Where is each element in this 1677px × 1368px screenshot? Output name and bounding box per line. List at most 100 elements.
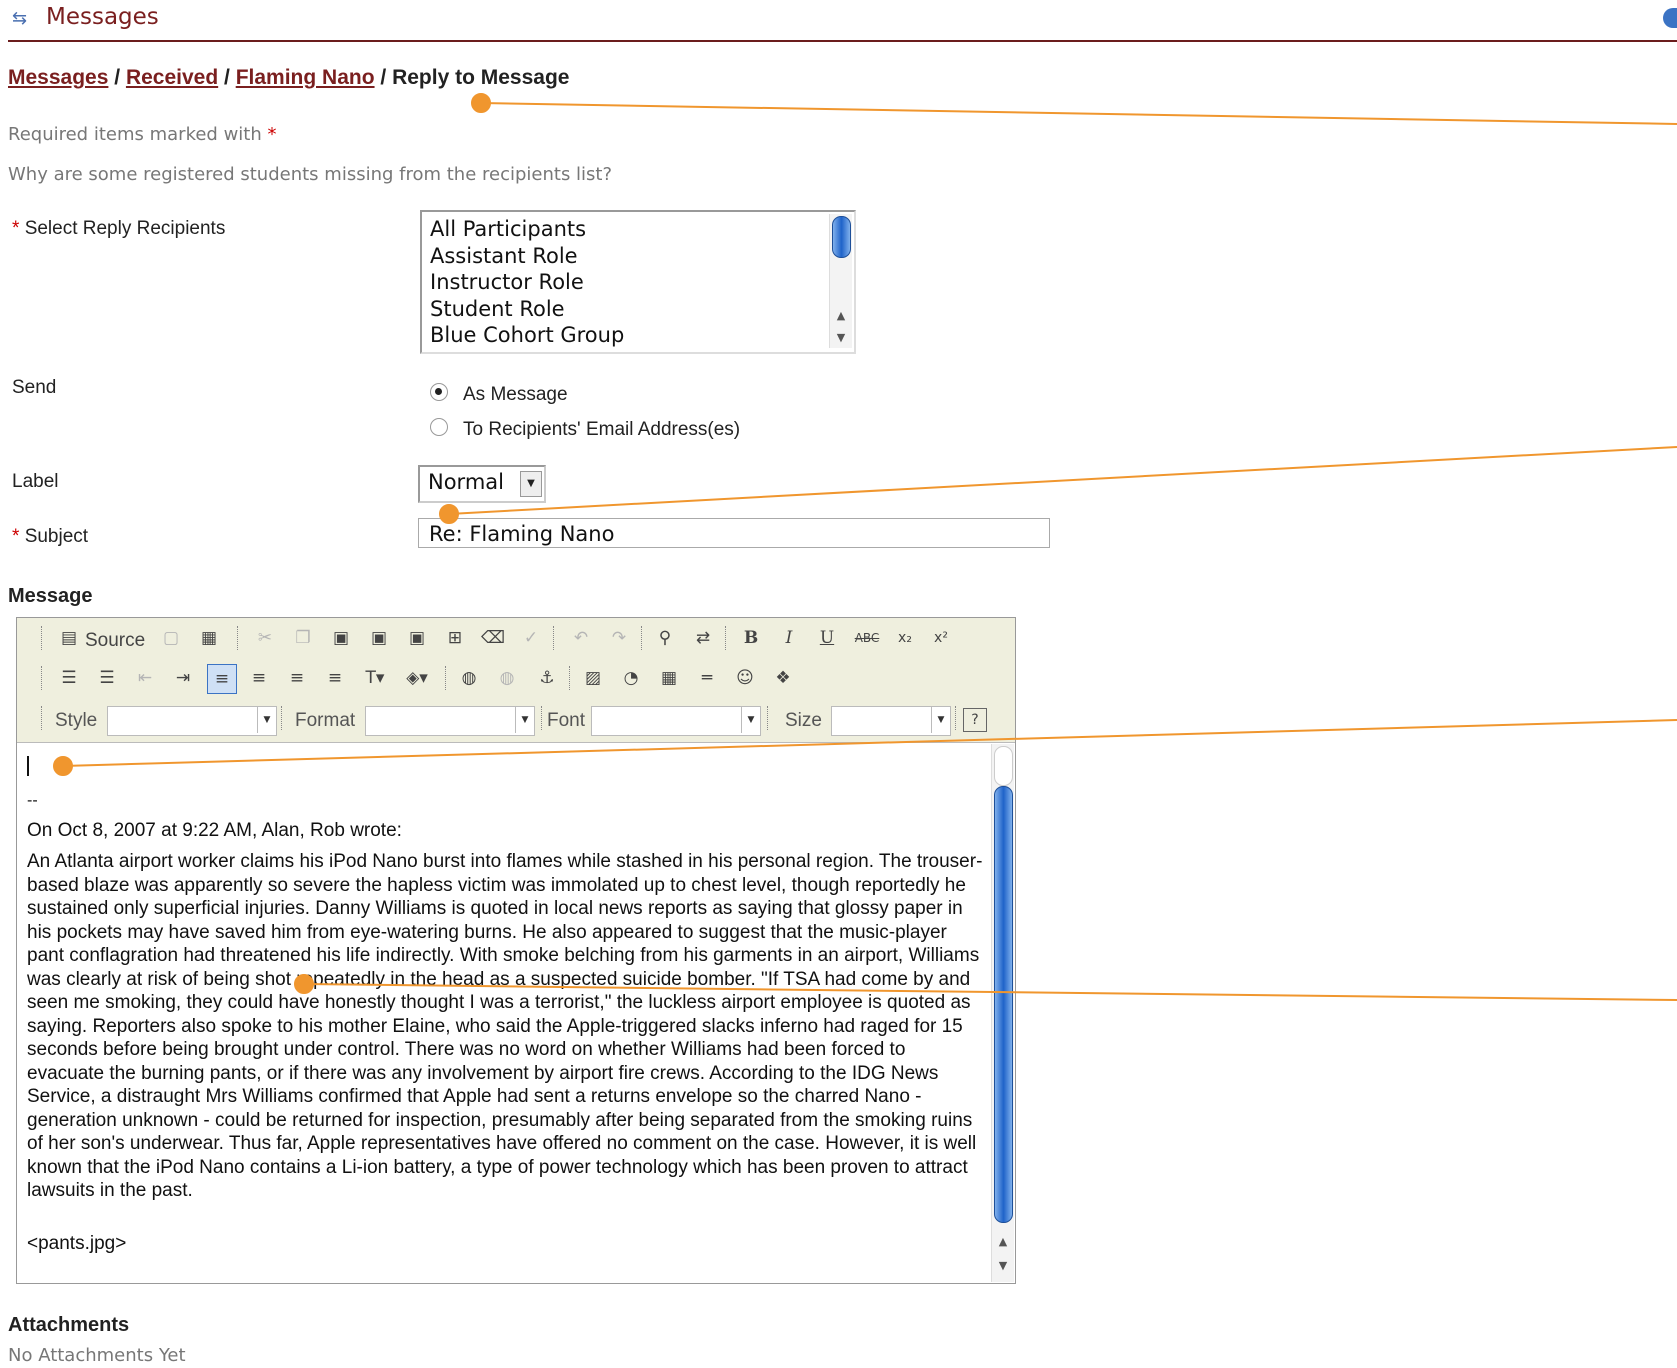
- toolbar-separator: [41, 666, 44, 690]
- strikethrough-icon[interactable]: ABC: [853, 624, 881, 652]
- paste-word-icon[interactable]: ▣: [403, 624, 431, 652]
- required-note-text: Required items marked with: [8, 124, 262, 145]
- chevron-down-icon[interactable]: ▼: [515, 707, 534, 733]
- page-title: Messages: [46, 4, 159, 30]
- paste-icon[interactable]: ▣: [327, 624, 355, 652]
- breadcrumb-received[interactable]: Received: [126, 66, 218, 89]
- outdent-icon[interactable]: ⇤: [131, 664, 159, 692]
- copy-icon[interactable]: ❐: [289, 624, 317, 652]
- scroll-thumb[interactable]: [994, 786, 1013, 1223]
- redo-icon[interactable]: ↷: [605, 624, 633, 652]
- required-star: *: [12, 218, 20, 239]
- label-select[interactable]: Normal ▼: [418, 465, 546, 503]
- breadcrumb-messages[interactable]: Messages: [8, 66, 108, 89]
- horizontal-rule-icon[interactable]: ═: [693, 664, 721, 692]
- replace-icon[interactable]: ⇄: [689, 624, 717, 652]
- align-left-icon[interactable]: ≡: [207, 664, 237, 694]
- text-color-icon[interactable]: T▾: [361, 664, 389, 692]
- anchor-icon[interactable]: ⚓: [533, 664, 561, 692]
- superscript-icon[interactable]: x²: [927, 624, 955, 652]
- special-char-icon[interactable]: ❖: [769, 664, 797, 692]
- breadcrumb-separator: /: [114, 66, 121, 89]
- editor-toolbar: ▤ Source ▢ ▦ ✂ ❐ ▣ ▣ ▣ ⊞ ⌫ ✓ ↶ ↷ ⚲ ⇄ B I…: [17, 618, 1015, 743]
- callout-dot: [471, 93, 491, 113]
- label-select-value: Normal: [428, 470, 504, 494]
- cut-icon[interactable]: ✂: [251, 624, 279, 652]
- rich-text-editor[interactable]: ▤ Source ▢ ▦ ✂ ❐ ▣ ▣ ▣ ⊞ ⌫ ✓ ↶ ↷ ⚲ ⇄ B I…: [16, 617, 1016, 1284]
- attachment-reference: <pants.jpg>: [27, 1233, 127, 1254]
- send-email-label[interactable]: To Recipients' Email Address(es): [463, 419, 740, 441]
- scroll-down-icon[interactable]: ▼: [833, 330, 849, 346]
- size-label: Size: [785, 710, 822, 731]
- scroll-up-icon[interactable]: ▲: [833, 308, 849, 324]
- breadcrumb-current: Reply to Message: [392, 66, 570, 89]
- message-heading: Message: [8, 585, 93, 607]
- breadcrumb-flaming-nano[interactable]: Flaming Nano: [236, 66, 375, 89]
- recipient-option[interactable]: Instructor Role: [430, 269, 624, 296]
- find-icon[interactable]: ⚲: [651, 624, 679, 652]
- send-email-radio[interactable]: [430, 418, 448, 436]
- recipient-option[interactable]: Blue Cohort Group: [430, 322, 624, 349]
- format-combo[interactable]: ▼: [365, 706, 535, 736]
- quoted-message: An Atlanta airport worker claims his iPo…: [27, 851, 983, 1201]
- style-combo[interactable]: ▼: [107, 706, 277, 736]
- align-right-icon[interactable]: ≡: [283, 664, 311, 692]
- font-combo[interactable]: ▼: [591, 706, 761, 736]
- recipient-option[interactable]: Student Role: [430, 296, 624, 323]
- help-icon[interactable]: [1663, 8, 1677, 28]
- select-all-icon[interactable]: ⊞: [441, 624, 469, 652]
- bulleted-list-icon[interactable]: ☰: [93, 664, 121, 692]
- underline-icon[interactable]: U: [813, 624, 841, 652]
- new-page-icon[interactable]: ▢: [157, 624, 185, 652]
- remove-format-icon[interactable]: ⌫: [479, 624, 507, 652]
- image-icon[interactable]: ▨: [579, 664, 607, 692]
- recipients-label-text: Select Reply Recipients: [24, 218, 226, 239]
- scroll-up-icon[interactable]: ▲: [995, 1234, 1011, 1250]
- required-star: *: [12, 526, 20, 547]
- link-icon[interactable]: ◍: [455, 664, 483, 692]
- spellcheck-icon[interactable]: ✓: [517, 624, 545, 652]
- send-as-message-radio[interactable]: [430, 383, 448, 401]
- messages-icon: ⇆: [12, 8, 28, 29]
- scroll-down-icon[interactable]: ▼: [995, 1258, 1011, 1274]
- italic-icon[interactable]: I: [775, 624, 803, 652]
- chevron-down-icon[interactable]: ▼: [741, 707, 760, 733]
- subject-input[interactable]: Re: Flaming Nano: [418, 518, 1050, 548]
- align-center-icon[interactable]: ≡: [245, 664, 273, 692]
- smiley-icon[interactable]: ☺: [731, 664, 759, 692]
- callout-line: [448, 446, 1677, 515]
- scroll-track: [994, 746, 1013, 786]
- recipient-option[interactable]: Assistant Role: [430, 243, 624, 270]
- paste-text-icon[interactable]: ▣: [365, 624, 393, 652]
- chevron-down-icon[interactable]: ▼: [257, 707, 276, 733]
- recipient-option[interactable]: All Participants: [430, 216, 624, 243]
- help-icon[interactable]: ?: [963, 708, 987, 732]
- subscript-icon[interactable]: x₂: [891, 624, 919, 652]
- chevron-down-icon[interactable]: ▼: [931, 707, 950, 733]
- recipients-scrollbar[interactable]: ▲ ▼: [829, 214, 852, 348]
- numbered-list-icon[interactable]: ☰: [55, 664, 83, 692]
- chevron-down-icon[interactable]: ▼: [520, 471, 542, 497]
- editor-scrollbar[interactable]: ▲ ▼: [991, 744, 1014, 1282]
- background-color-icon[interactable]: ◈▾: [403, 664, 431, 692]
- unlink-icon[interactable]: ◍: [493, 664, 521, 692]
- undo-icon[interactable]: ↶: [567, 624, 595, 652]
- callout-line: [480, 102, 1677, 125]
- preview-icon[interactable]: ▦: [195, 624, 223, 652]
- flash-icon[interactable]: ◔: [617, 664, 645, 692]
- table-icon[interactable]: ▦: [655, 664, 683, 692]
- justify-icon[interactable]: ≡: [321, 664, 349, 692]
- missing-students-link[interactable]: Why are some registered students missing…: [8, 164, 612, 185]
- scroll-thumb[interactable]: [832, 216, 851, 258]
- bold-icon[interactable]: B: [737, 624, 765, 652]
- recipients-listbox[interactable]: All Participants Assistant Role Instruct…: [420, 210, 856, 354]
- toolbar-separator: [955, 706, 958, 730]
- editor-body[interactable]: -- On Oct 8, 2007 at 9:22 AM, Alan, Rob …: [17, 744, 987, 1282]
- send-as-message-label[interactable]: As Message: [463, 384, 568, 406]
- indent-icon[interactable]: ⇥: [169, 664, 197, 692]
- source-button[interactable]: Source: [85, 630, 145, 652]
- font-label: Font: [547, 710, 586, 731]
- source-icon[interactable]: ▤: [55, 624, 83, 652]
- toolbar-separator: [445, 666, 448, 690]
- size-combo[interactable]: ▼: [831, 706, 951, 736]
